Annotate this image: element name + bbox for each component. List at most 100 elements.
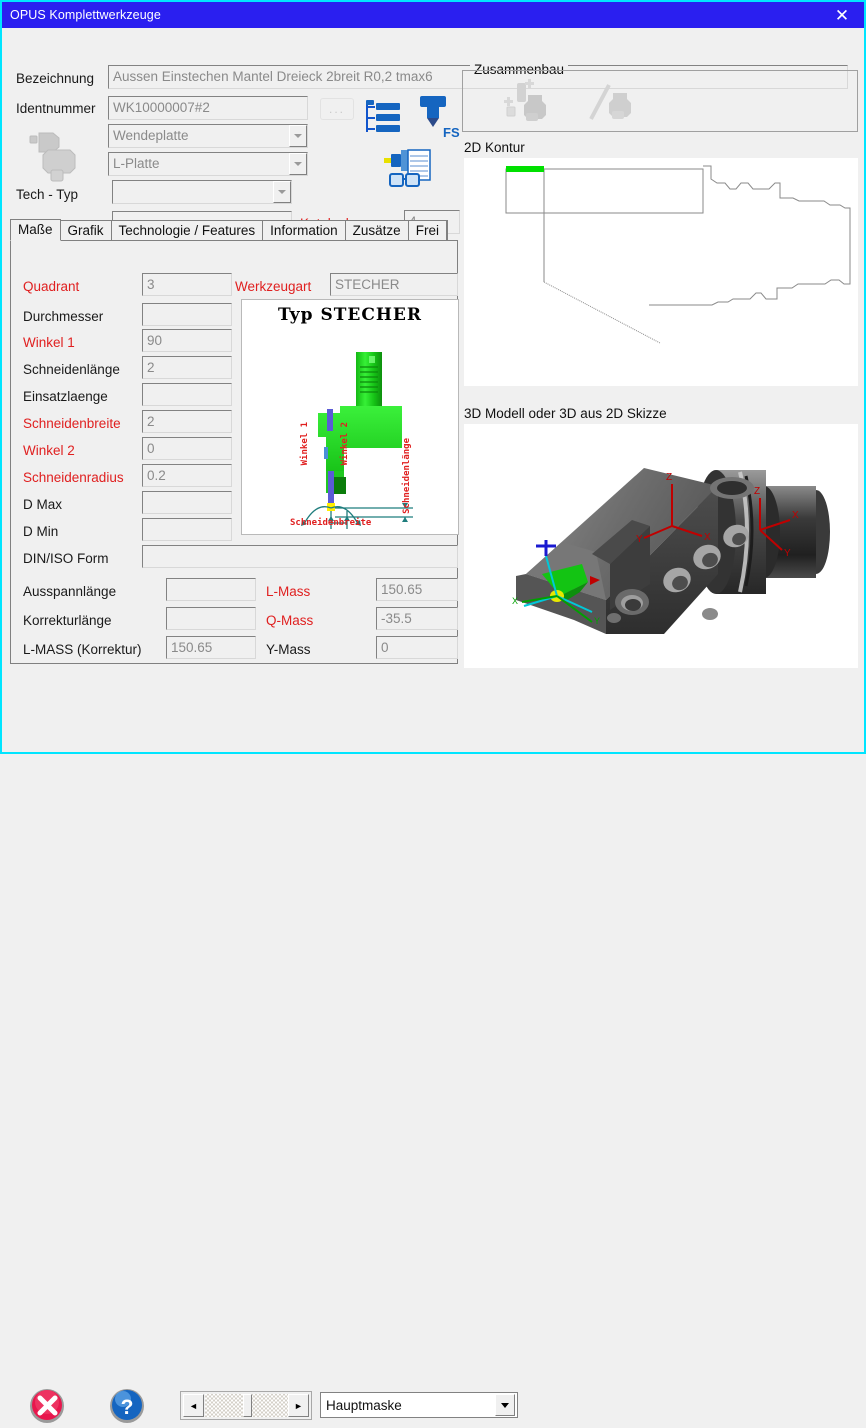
winkel1-input[interactable]: 90 bbox=[142, 329, 232, 352]
quadrant-label: Quadrant bbox=[23, 279, 79, 294]
durchmesser-label: Durchmesser bbox=[23, 309, 103, 324]
nav-prev-button[interactable]: ◄ bbox=[183, 1394, 204, 1417]
tab-bar: Maße Grafik Technologie / Features Infor… bbox=[10, 219, 458, 241]
identnummer-browse-button[interactable]: ... bbox=[320, 98, 354, 120]
svg-text:X: X bbox=[512, 596, 518, 606]
tech-typ-value bbox=[113, 181, 273, 203]
chevron-down-icon[interactable] bbox=[289, 153, 307, 175]
assembly-measure-icon[interactable] bbox=[583, 77, 643, 130]
svg-text:Y: Y bbox=[784, 548, 791, 559]
q-mass-input[interactable]: -35.5 bbox=[376, 607, 458, 630]
mask-select-value: Hauptmaske bbox=[321, 1398, 495, 1413]
schneidenradius-label: Schneidenradius bbox=[23, 470, 124, 485]
nav-next-button[interactable]: ► bbox=[288, 1394, 309, 1417]
identnummer-label: Identnummer bbox=[16, 101, 96, 116]
chevron-down-icon[interactable] bbox=[273, 181, 291, 203]
l-mass-input[interactable]: 150.65 bbox=[376, 578, 458, 601]
l-mass-korrektur-input[interactable]: 150.65 bbox=[166, 636, 256, 659]
einsatzlaenge-label: Einsatzlaenge bbox=[23, 389, 108, 404]
chevron-down-icon[interactable] bbox=[495, 1394, 515, 1416]
modell-3d-canvas[interactable]: ZXY ZXY YX bbox=[464, 424, 858, 668]
ausspannlaenge-label: Ausspannlänge bbox=[23, 584, 116, 599]
assembly-add-icon[interactable] bbox=[495, 77, 555, 130]
dmax-label: D Max bbox=[23, 497, 62, 512]
close-circle-icon[interactable] bbox=[28, 1387, 66, 1425]
title-bar: OPUS Komplettwerkzeuge ✕ bbox=[2, 2, 864, 28]
svg-text:X: X bbox=[792, 510, 799, 521]
dmin-input[interactable] bbox=[142, 518, 232, 541]
tab-frei[interactable]: Frei bbox=[408, 220, 447, 241]
window-title: OPUS Komplettwerkzeuge bbox=[10, 8, 820, 22]
application-window: OPUS Komplettwerkzeuge ✕ Bezeichnung Aus… bbox=[0, 0, 866, 754]
plate-type-select[interactable]: Wendeplatte bbox=[108, 124, 308, 148]
tech-typ-select[interactable] bbox=[112, 180, 292, 204]
tab-zusaetze[interactable]: Zusätze bbox=[345, 220, 409, 241]
durchmesser-input[interactable] bbox=[142, 303, 232, 326]
quadrant-input[interactable]: 3 bbox=[142, 273, 232, 296]
y-mass-input[interactable]: 0 bbox=[376, 636, 458, 659]
dmin-label: D Min bbox=[23, 524, 58, 539]
modell-3d-label: 3D Modell oder 3D aus 2D Skizze bbox=[464, 406, 667, 421]
tab-end-divider bbox=[446, 220, 448, 241]
svg-text:Z: Z bbox=[754, 486, 760, 497]
schneidenradius-input[interactable]: 0.2 bbox=[142, 464, 232, 487]
tab-grafik[interactable]: Grafik bbox=[60, 220, 112, 241]
tool-fs-icon[interactable]: FS bbox=[414, 94, 460, 145]
kontur-highlight bbox=[506, 166, 544, 172]
tech-typ-label: Tech - Typ bbox=[16, 187, 78, 202]
l-mass-korrektur-label: L-MASS (Korrektur) bbox=[23, 642, 142, 657]
bezeichnung-label: Bezeichnung bbox=[16, 71, 94, 86]
schneidenlaenge-label: Schneidenlänge bbox=[23, 362, 120, 377]
l-mass-label: L-Mass bbox=[266, 584, 310, 599]
svg-text:Y: Y bbox=[636, 534, 643, 545]
tool-preview-icon bbox=[22, 128, 96, 190]
tab-masse[interactable]: Maße bbox=[10, 219, 61, 241]
nav-thumb[interactable] bbox=[243, 1394, 252, 1417]
einsatzlaenge-input[interactable] bbox=[142, 383, 232, 406]
plate-type-value: Wendeplatte bbox=[109, 125, 289, 147]
identnummer-input[interactable]: WK10000007#2 bbox=[108, 96, 308, 120]
masse-panel: Quadrant 3 Werkzeugart STECHER Durchmess… bbox=[10, 240, 458, 664]
werkzeugart-input[interactable]: STECHER bbox=[330, 273, 458, 296]
window-close-button[interactable]: ✕ bbox=[820, 2, 864, 28]
schneidenbreite-label: Schneidenbreite bbox=[23, 416, 121, 431]
winkel1-annotation: Winkel 1 bbox=[300, 422, 310, 465]
winkel1-label: Winkel 1 bbox=[23, 335, 75, 350]
korrekturlaenge-label: Korrekturlänge bbox=[23, 613, 112, 628]
right-panel: Zusammenbau bbox=[462, 32, 862, 692]
svg-text:X: X bbox=[704, 532, 711, 543]
svg-text:Z: Z bbox=[666, 472, 672, 483]
schneidenbreite-input[interactable]: 2 bbox=[142, 410, 232, 433]
nav-prev-icon: ◄ bbox=[189, 1401, 198, 1411]
tool-type-graphic-title: Typ STECHER bbox=[242, 305, 458, 325]
winkel2-annotation: Winkel 2 bbox=[340, 422, 350, 465]
svg-text:?: ? bbox=[121, 1396, 134, 1419]
korrekturlaenge-input[interactable] bbox=[166, 607, 256, 630]
plate-shape-select[interactable]: L-Platte bbox=[108, 152, 308, 176]
winkel2-input[interactable]: 0 bbox=[142, 437, 232, 460]
svg-text:FS: FS bbox=[443, 125, 460, 140]
plate-shape-value: L-Platte bbox=[109, 153, 289, 175]
ausspannlaenge-input[interactable] bbox=[166, 578, 256, 601]
werkzeugart-label: Werkzeugart bbox=[235, 279, 311, 294]
help-circle-icon[interactable]: ? bbox=[108, 1387, 146, 1425]
winkel2-label: Winkel 2 bbox=[23, 443, 75, 458]
chevron-down-icon[interactable] bbox=[289, 125, 307, 147]
kontur-2d-canvas[interactable] bbox=[464, 158, 858, 386]
din-iso-input[interactable] bbox=[142, 545, 458, 568]
record-nav-scrollbar[interactable]: ◄ ► bbox=[180, 1391, 312, 1420]
tab-technologie[interactable]: Technologie / Features bbox=[111, 220, 264, 241]
mask-select[interactable]: Hauptmaske bbox=[320, 1392, 518, 1418]
footer-bar: ? ◄ ► Hauptmaske bbox=[2, 688, 864, 752]
din-iso-label: DIN/ISO Form bbox=[23, 551, 109, 566]
dmax-input[interactable] bbox=[142, 491, 232, 514]
tool-type-graphic: Typ STECHER bbox=[241, 299, 459, 535]
tab-information[interactable]: Information bbox=[262, 220, 346, 241]
y-mass-label: Y-Mass bbox=[266, 642, 311, 657]
schneidenbreite-annotation: Schneidenbreite bbox=[290, 518, 371, 528]
schneidenlaenge-annotation: Schneidenlänge bbox=[402, 438, 412, 514]
tool-list-glasses-icon[interactable] bbox=[382, 146, 434, 195]
schneidenlaenge-input[interactable]: 2 bbox=[142, 356, 232, 379]
tree-structure-icon[interactable] bbox=[362, 98, 406, 143]
q-mass-label: Q-Mass bbox=[266, 613, 313, 628]
